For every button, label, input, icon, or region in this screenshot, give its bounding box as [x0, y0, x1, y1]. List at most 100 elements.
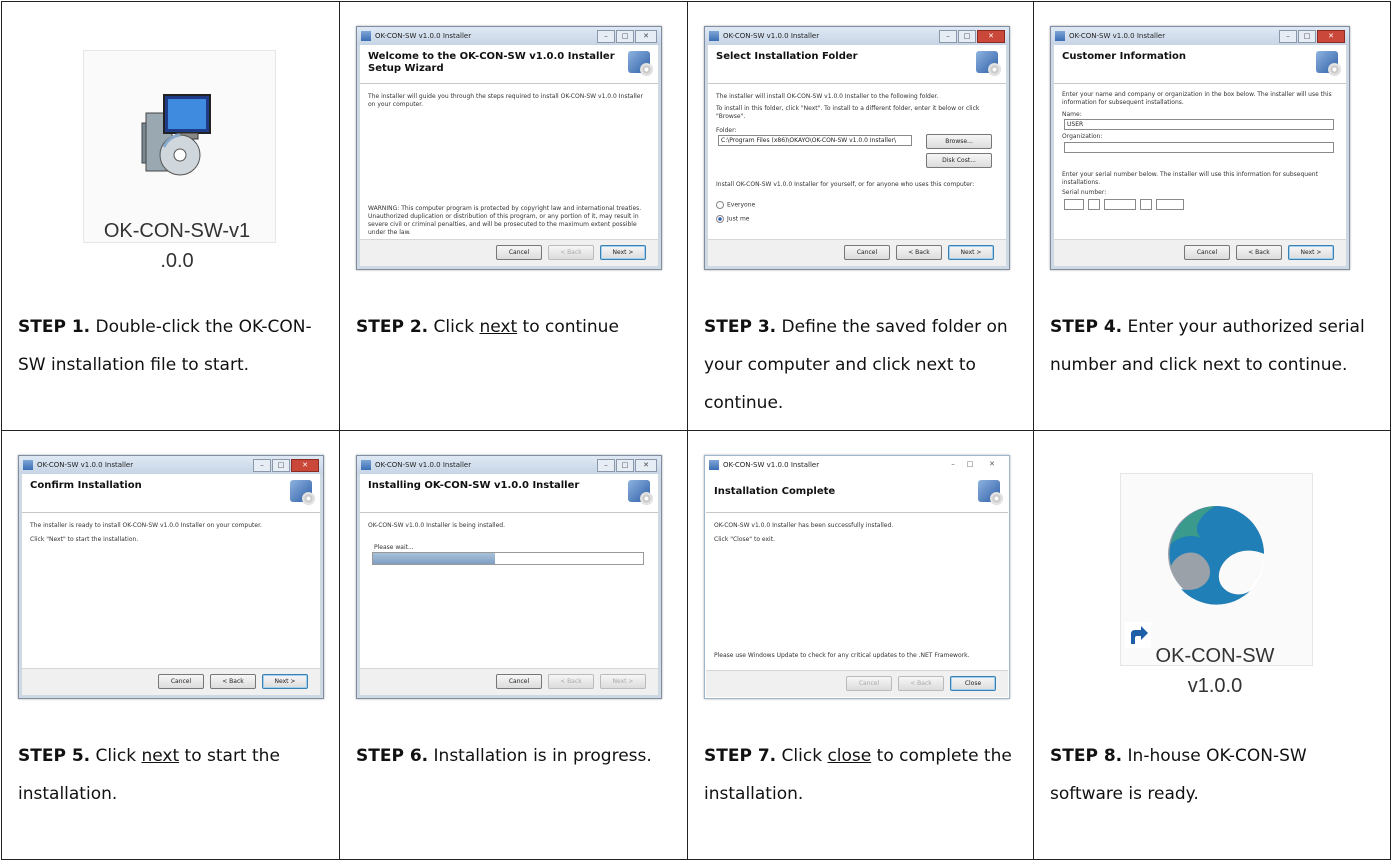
step-3-cell: OK-CON-SW v1.0.0 Installer – □ ✕ Select In… [687, 1, 1034, 431]
select-folder-dialog: OK-CON-SW v1.0.0 Installer – □ ✕ Select In… [704, 26, 1010, 270]
installer-package-icon [141, 94, 211, 176]
maximize-icon[interactable]: □ [958, 30, 976, 43]
just-me-option[interactable]: Just me [716, 215, 998, 224]
dialog-title: Installation Complete [714, 486, 836, 497]
minimize-icon[interactable]: – [945, 459, 961, 470]
serial-field-4[interactable] [1140, 199, 1152, 210]
install-progress-bar [372, 552, 644, 565]
next-button[interactable]: Next > [948, 245, 994, 260]
step-5-cell: OK-CON-SW v1.0.0 Installer – □ ✕ Confirm I… [1, 430, 340, 860]
maximize-icon[interactable]: □ [1298, 30, 1316, 43]
app-shortcut-tile[interactable] [1120, 473, 1313, 666]
setup-icon [628, 480, 653, 505]
everyone-option[interactable]: Everyone [716, 201, 998, 210]
cancel-button[interactable]: Cancel [158, 674, 204, 689]
everyone-radio[interactable] [716, 201, 724, 209]
minimize-icon[interactable]: – [253, 459, 271, 472]
app-icon [23, 460, 33, 470]
success-text: OK-CON-SW v1.0.0 Installer has been succ… [714, 522, 894, 529]
install-for-text: Install OK-CON-SW v1.0.0 Installer for y… [716, 181, 975, 188]
confirm-installation-dialog: OK-CON-SW v1.0.0 Installer – □ ✕ Confirm I… [18, 455, 324, 699]
cancel-button[interactable]: Cancel [844, 245, 890, 260]
serial-label: Serial number: [1062, 189, 1107, 196]
step-6-cell: OK-CON-SW v1.0.0 Installer – □ ✕ Installin… [339, 430, 688, 860]
setup-icon [976, 51, 1001, 76]
minimize-icon[interactable]: – [597, 30, 615, 43]
customer-info-dialog: OK-CON-SW v1.0.0 Installer – □ ✕ Customer … [1050, 26, 1350, 270]
minimize-icon[interactable]: – [597, 459, 615, 472]
step-2-description: STEP 2. Click next to continue [356, 317, 619, 337]
maximize-icon[interactable]: □ [616, 459, 634, 472]
installation-steps-table: OK-CON-SW-v1 .0.0 STEP 1. Double-click t… [1, 1, 1391, 860]
cancel-button[interactable]: Cancel [496, 245, 542, 260]
customer-info-text: Enter your name and company or organizat… [1062, 91, 1332, 106]
cancel-button[interactable]: Cancel [1184, 245, 1230, 260]
back-button[interactable]: < Back [898, 676, 944, 691]
welcome-dialog: OK-CON-SW v1.0.0 Installer – □ ✕ Welcome t… [356, 26, 662, 270]
maximize-icon[interactable]: □ [962, 459, 978, 470]
setup-icon [628, 51, 653, 76]
back-button[interactable]: < Back [1236, 245, 1282, 260]
app-icon [361, 31, 371, 41]
step-4-cell: OK-CON-SW v1.0.0 Installer – □ ✕ Customer … [1033, 1, 1391, 431]
dialog-title: Installing OK-CON-SW v1.0.0 Installer [368, 480, 580, 491]
installer-file-tile[interactable] [83, 50, 276, 243]
back-button[interactable]: < Back [210, 674, 256, 689]
serial-field-5[interactable] [1156, 199, 1184, 210]
app-icon [709, 460, 719, 470]
dialog-title: Customer Information [1062, 51, 1187, 62]
window-title: OK-CON-SW v1.0.0 Installer [1069, 32, 1166, 40]
close-icon[interactable]: ✕ [635, 30, 657, 43]
next-button[interactable]: Next > [1288, 245, 1334, 260]
name-label: Name: [1062, 111, 1082, 118]
disk-cost-button[interactable]: Disk Cost... [926, 153, 992, 168]
organization-input[interactable] [1064, 142, 1334, 153]
step-5-description: STEP 5. Click next to start the installa… [18, 746, 280, 804]
close-icon[interactable]: ✕ [1317, 30, 1345, 43]
next-button[interactable]: Next > [262, 674, 308, 689]
serial-field-2[interactable] [1088, 199, 1100, 210]
next-button[interactable]: Next > [600, 245, 646, 260]
close-icon[interactable]: ✕ [979, 459, 1005, 470]
back-button[interactable]: < Back [548, 674, 594, 689]
setup-icon [978, 480, 1003, 505]
name-input[interactable]: USER [1064, 119, 1334, 130]
back-button[interactable]: < Back [548, 245, 594, 260]
step-2-cell: OK-CON-SW v1.0.0 Installer – □ ✕ Welcome t… [339, 1, 688, 431]
step-8-cell: OK-CON-SW v1.0.0 STEP 8. In-house OK-CON… [1033, 430, 1391, 860]
maximize-icon[interactable]: □ [272, 459, 290, 472]
browse-button[interactable]: Browse... [926, 134, 992, 149]
app-shortcut-label: OK-CON-SW v1.0.0 [1155, 645, 1275, 697]
step-6-description: STEP 6. Installation is in progress. [356, 746, 652, 766]
serial-field-3[interactable] [1104, 199, 1136, 210]
serial-field-1[interactable] [1064, 199, 1084, 210]
folder-input[interactable]: C:\Program Files (x86)\OKAYO\OK-CON-SW v… [718, 135, 912, 146]
app-icon [361, 460, 371, 470]
step-7-description: STEP 7. Click close to complete the inst… [704, 746, 1012, 804]
step-4-description: STEP 4. Enter your authorized serial num… [1050, 317, 1365, 375]
close-icon[interactable]: ✕ [977, 30, 1005, 43]
back-button[interactable]: < Back [896, 245, 942, 260]
next-button[interactable]: Next > [600, 674, 646, 689]
window-title: OK-CON-SW v1.0.0 Installer [723, 32, 820, 40]
app-icon [709, 31, 719, 41]
step-1-cell: OK-CON-SW-v1 .0.0 STEP 1. Double-click t… [1, 1, 340, 431]
progress-fill [373, 553, 495, 564]
cancel-button[interactable]: Cancel [496, 674, 542, 689]
maximize-icon[interactable]: □ [616, 30, 634, 43]
installer-file-label: OK-CON-SW-v1 .0.0 [103, 220, 251, 272]
close-icon[interactable]: ✕ [635, 459, 657, 472]
minimize-icon[interactable]: – [939, 30, 957, 43]
setup-icon [290, 480, 315, 505]
cancel-button[interactable]: Cancel [846, 676, 892, 691]
serial-info-text: Enter your serial number below. The inst… [1062, 171, 1318, 186]
close-icon[interactable]: ✕ [291, 459, 319, 472]
minimize-icon[interactable]: – [1279, 30, 1297, 43]
close-button[interactable]: Close [950, 676, 996, 691]
organization-label: Organization: [1062, 133, 1103, 140]
window-title: OK-CON-SW v1.0.0 Installer [375, 461, 472, 469]
warning-text: WARNING: This computer program is protec… [368, 205, 642, 236]
just-me-radio[interactable] [716, 215, 724, 223]
window-title: OK-CON-SW v1.0.0 Installer [723, 461, 820, 469]
app-icon [1055, 31, 1065, 41]
